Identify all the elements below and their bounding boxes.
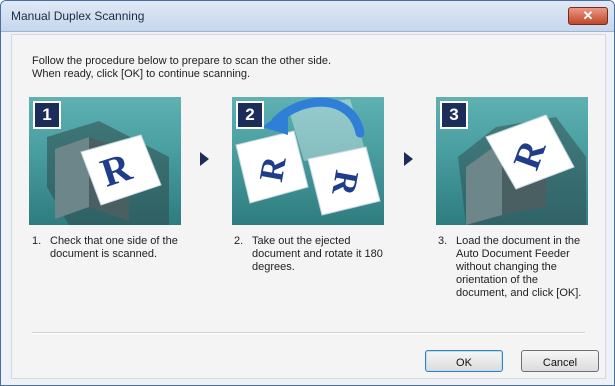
step-badge-1: 1 bbox=[33, 101, 61, 129]
step-3-illustration: R 3 bbox=[436, 97, 588, 225]
close-icon: ✕ bbox=[582, 8, 594, 23]
chevron-right-icon bbox=[200, 152, 209, 166]
step-text: Load the document in the Auto Document F… bbox=[456, 235, 582, 299]
step-2-illustration: R R 2 bbox=[232, 97, 384, 225]
step-text: Check that one side of the document is s… bbox=[50, 235, 178, 260]
step-badge-2: 2 bbox=[236, 101, 264, 129]
ok-button[interactable]: OK bbox=[425, 350, 503, 372]
manual-duplex-dialog: Manual Duplex Scanning ✕ Follow the proc… bbox=[0, 0, 615, 386]
step-badge-3: 3 bbox=[440, 101, 468, 129]
divider bbox=[32, 332, 585, 334]
title-bar[interactable]: Manual Duplex Scanning ✕ bbox=[1, 1, 614, 32]
close-button[interactable]: ✕ bbox=[568, 7, 608, 25]
step-number: 3. bbox=[438, 235, 448, 247]
instruction-line-2: When ready, click [OK] to continue scann… bbox=[32, 68, 251, 80]
step-number: 2. bbox=[234, 235, 244, 247]
dialog-body: Follow the procedure below to prepare to… bbox=[11, 34, 606, 379]
cancel-button[interactable]: Cancel bbox=[521, 350, 599, 372]
step-text: Take out the ejected document and rotate… bbox=[252, 235, 383, 273]
instruction-line-1: Follow the procedure below to prepare to… bbox=[32, 55, 332, 67]
chevron-right-icon bbox=[404, 152, 413, 166]
step-1-illustration: R 1 bbox=[29, 97, 181, 225]
instruction-text: Follow the procedure below to prepare to… bbox=[32, 55, 331, 81]
step-number: 1. bbox=[32, 235, 42, 247]
window-title: Manual Duplex Scanning bbox=[11, 9, 145, 23]
